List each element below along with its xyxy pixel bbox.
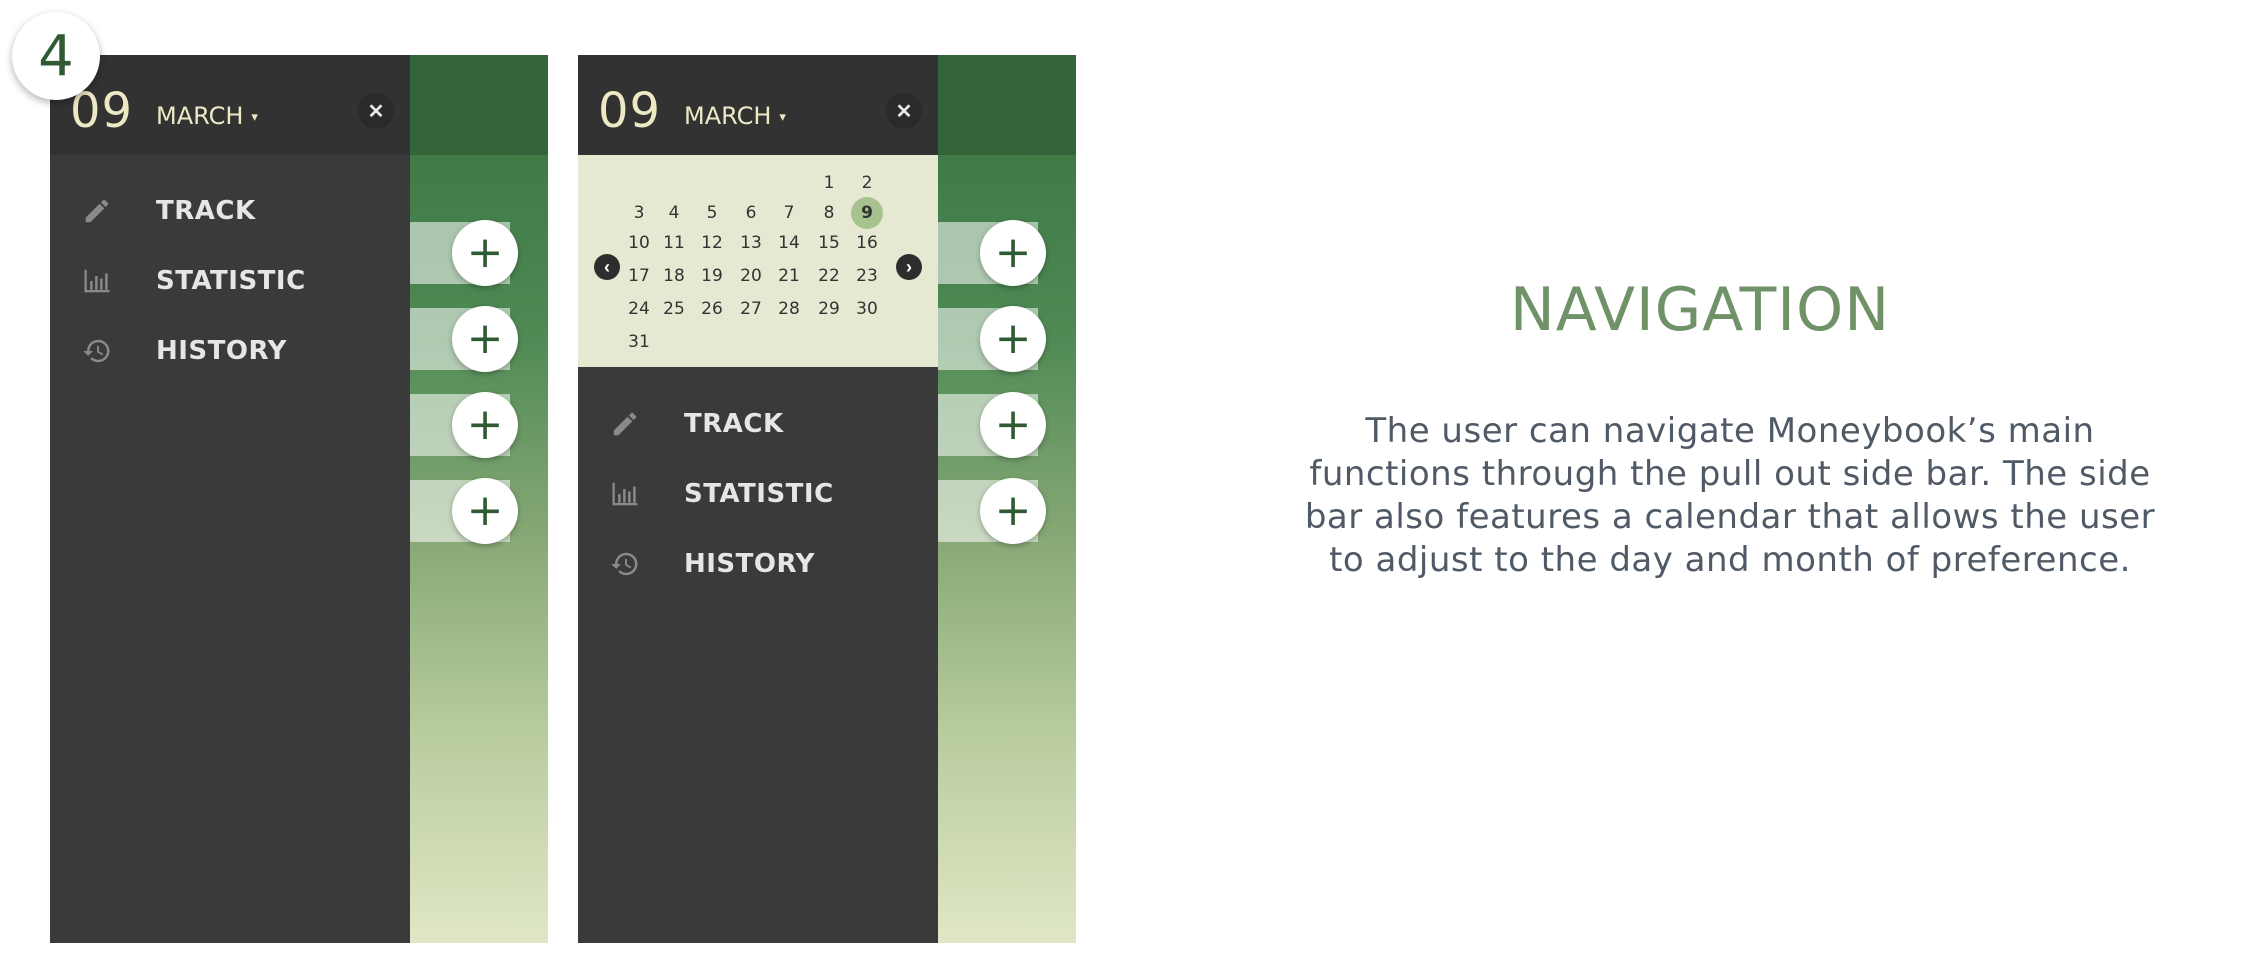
calendar-day[interactable]: 22: [813, 263, 845, 289]
menu-label: HISTORY: [156, 336, 287, 366]
month-label: MARCH: [684, 102, 772, 130]
calendar-day[interactable]: 7: [773, 200, 805, 226]
drawer-header: 09 MARCH ▾ ✕: [50, 55, 410, 155]
calendar-day[interactable]: 9: [851, 200, 883, 226]
calendar-day[interactable]: 19: [696, 263, 728, 289]
calendar-day[interactable]: 11: [658, 230, 690, 256]
next-month-button[interactable]: ›: [896, 254, 922, 280]
selected-day[interactable]: 09: [598, 83, 661, 139]
calendar-day[interactable]: 21: [773, 263, 805, 289]
calendar-day[interactable]: 20: [735, 263, 767, 289]
menu-label: STATISTIC: [684, 479, 834, 509]
add-entry-button[interactable]: +: [980, 306, 1046, 372]
calendar-day[interactable]: 1: [813, 170, 845, 196]
month-label: MARCH: [156, 102, 244, 130]
add-entry-button[interactable]: +: [452, 220, 518, 286]
close-icon: ✕: [367, 100, 385, 123]
section-title: NAVIGATION: [1509, 275, 1891, 345]
pencil-icon: [613, 412, 637, 436]
month-selector[interactable]: MARCH ▾: [684, 102, 786, 130]
phone-screen-drawer-open-calendar: + + + + 09 MARCH ▾ ✕ ‹ › 1 2 3 4 5 6 7 8 9 10 11 12 1…: [578, 55, 1076, 943]
add-entry-button[interactable]: +: [980, 220, 1046, 286]
side-drawer: 09 MARCH ▾ ✕ TRACK STATISTIC HISTORY: [50, 55, 410, 943]
calendar-day[interactable]: 25: [658, 296, 690, 322]
drawer-header: 09 MARCH ▾ ✕: [578, 55, 938, 155]
calendar-day[interactable]: 10: [623, 230, 655, 256]
caret-down-icon: ▾: [779, 109, 786, 125]
menu-item-statistic[interactable]: STATISTIC: [578, 465, 938, 521]
calendar-day[interactable]: 12: [696, 230, 728, 256]
calendar-day[interactable]: 29: [813, 296, 845, 322]
calendar-day[interactable]: 2: [851, 170, 883, 196]
add-entry-button[interactable]: +: [980, 478, 1046, 544]
menu-item-history[interactable]: HISTORY: [578, 535, 938, 591]
section-description: The user can navigate Moneybook’s main f…: [1304, 411, 2156, 580]
calendar-day[interactable]: 30: [851, 296, 883, 322]
calendar-day[interactable]: 13: [735, 230, 767, 256]
close-drawer-button[interactable]: ✕: [886, 93, 922, 129]
calendar-day[interactable]: 24: [623, 296, 655, 322]
bar-chart-icon: [612, 482, 638, 506]
step-number-badge: 4: [12, 12, 100, 100]
menu-label: STATISTIC: [156, 266, 306, 296]
calendar-day[interactable]: 23: [851, 263, 883, 289]
close-drawer-button[interactable]: ✕: [358, 93, 394, 129]
calendar-day[interactable]: 28: [773, 296, 805, 322]
calendar-day[interactable]: 27: [735, 296, 767, 322]
close-icon: ✕: [895, 100, 913, 123]
menu-label: TRACK: [684, 409, 784, 439]
calendar-day[interactable]: 16: [851, 230, 883, 256]
menu-item-statistic[interactable]: STATISTIC: [50, 252, 410, 308]
calendar-day[interactable]: 17: [623, 263, 655, 289]
calendar-day[interactable]: 26: [696, 296, 728, 322]
calendar-day[interactable]: 4: [658, 200, 690, 226]
calendar-day[interactable]: 8: [813, 200, 845, 226]
month-calendar: ‹ › 1 2 3 4 5 6 7 8 9 10 11 12 13 14 15 16 17 18 19 20 21 22 2…: [578, 155, 938, 367]
calendar-day[interactable]: 15: [813, 230, 845, 256]
calendar-day[interactable]: 5: [696, 200, 728, 226]
add-entry-button[interactable]: +: [452, 306, 518, 372]
add-entry-button[interactable]: +: [452, 478, 518, 544]
bar-chart-icon: [84, 269, 110, 293]
pencil-icon: [85, 199, 109, 223]
caret-down-icon: ▾: [251, 109, 258, 125]
side-drawer: 09 MARCH ▾ ✕ ‹ › 1 2 3 4 5 6 7 8 9 10 11 12 13 14 15 16 1…: [578, 55, 938, 943]
menu-item-track[interactable]: TRACK: [578, 395, 938, 451]
history-icon: [83, 339, 110, 363]
menu-item-history[interactable]: HISTORY: [50, 322, 410, 378]
calendar-day[interactable]: 14: [773, 230, 805, 256]
menu-item-track[interactable]: TRACK: [50, 182, 410, 238]
add-entry-button[interactable]: +: [452, 392, 518, 458]
calendar-day[interactable]: 31: [623, 329, 655, 355]
calendar-day[interactable]: 18: [658, 263, 690, 289]
month-selector[interactable]: MARCH ▾: [156, 102, 258, 130]
menu-label: HISTORY: [684, 549, 815, 579]
previous-month-button[interactable]: ‹: [594, 254, 620, 280]
calendar-day[interactable]: 3: [623, 200, 655, 226]
calendar-day[interactable]: 6: [735, 200, 767, 226]
menu-label: TRACK: [156, 196, 256, 226]
phone-screen-drawer-closed-calendar: + + + + 09 MARCH ▾ ✕ TRACK STATISTIC HIS…: [50, 55, 548, 943]
add-entry-button[interactable]: +: [980, 392, 1046, 458]
history-icon: [611, 552, 638, 576]
